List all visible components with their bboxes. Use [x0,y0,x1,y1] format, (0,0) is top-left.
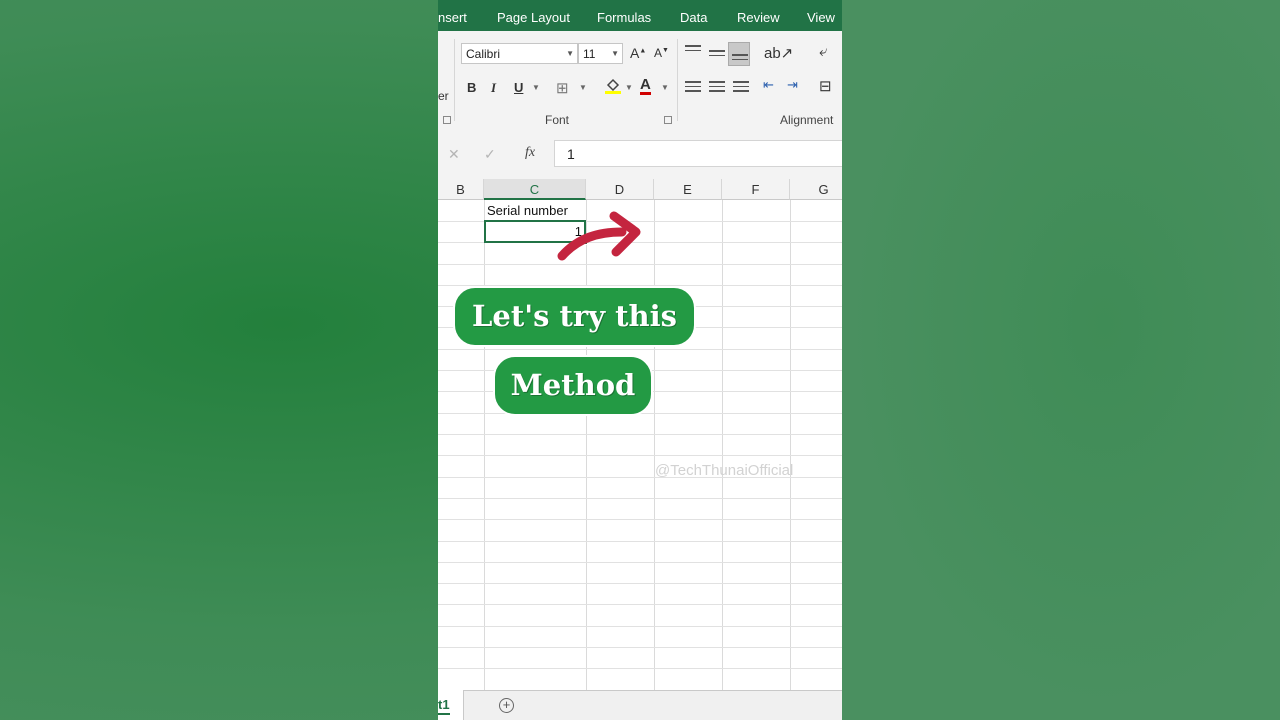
tab-page-layout[interactable]: Page Layout [497,10,570,25]
merge-center-icon[interactable]: ⊟ [819,77,832,95]
sheet-tab-bar: t1 + [438,690,842,720]
align-bottom-icon [732,51,748,63]
enter-icon[interactable]: ✓ [484,146,496,163]
insert-function-icon[interactable]: fx [525,145,535,161]
add-sheet-icon[interactable]: + [499,698,514,713]
font-name-value: Calibri [466,47,501,61]
align-bottom-button[interactable] [728,42,750,66]
group-separator [454,39,455,121]
underline-button[interactable]: U [514,80,523,95]
column-header-g[interactable]: G [790,179,842,200]
clipboard-launcher-icon[interactable] [443,116,451,124]
grid-line [484,200,485,690]
background-right [842,0,1280,720]
decrease-indent-icon[interactable]: ⇤ [763,77,774,93]
grid-line [722,200,723,690]
tab-review[interactable]: Review [737,10,780,25]
increase-indent-icon[interactable]: ⇥ [787,77,798,93]
overlay-pill-line2: Method [493,355,653,416]
align-top-icon[interactable] [685,42,701,54]
sheet-tab-label: t1 [438,697,450,715]
clipped-group-text: er [438,89,449,103]
row-line [438,264,842,265]
grow-font-button[interactable]: A▲ [630,45,646,61]
tab-formulas[interactable]: Formulas [597,10,651,25]
row-line [438,434,842,435]
row-line [438,604,842,605]
wrap-text-icon[interactable]: ⤶ [819,43,827,60]
row-line [438,498,842,499]
grid-line [790,200,791,690]
alignment-group-label: Alignment [780,113,834,127]
group-separator [677,39,678,121]
row-line [438,541,842,542]
cancel-icon[interactable]: ✕ [448,146,460,163]
column-header-d[interactable]: D [586,179,654,200]
bold-button[interactable]: B [467,80,476,95]
chevron-down-icon: ▼ [611,49,619,58]
column-header-b[interactable]: B [438,179,484,200]
chevron-down-icon[interactable]: ▼ [661,83,669,92]
overlay-text-line2: Method [510,368,636,402]
tab-view[interactable]: View [807,10,835,25]
formula-value: 1 [567,146,575,162]
formula-input[interactable]: 1 [554,140,842,167]
italic-button[interactable]: I [491,80,496,96]
grid-line [654,200,655,690]
column-header-c[interactable]: C [484,179,586,200]
align-middle-icon[interactable] [709,47,725,59]
red-arrow-icon [557,211,641,261]
row-line [438,562,842,563]
align-center-icon[interactable] [709,78,725,95]
orientation-icon[interactable]: ab↗ [764,44,793,62]
chevron-down-icon[interactable]: ▼ [532,83,540,92]
align-left-icon[interactable] [685,78,701,95]
row-line [438,519,842,520]
cell-grid[interactable] [438,200,842,691]
ribbon-tab-bar: nsert Page Layout Formulas Data Review V… [438,0,842,31]
overlay-pill-line1: Let's try this [453,286,696,347]
font-name-dropdown[interactable]: Calibri ▼ [461,43,578,64]
row-line [438,349,842,350]
shrink-font-button[interactable]: A▼ [654,46,669,60]
tab-insert[interactable]: nsert [438,10,467,25]
chevron-down-icon: ▼ [566,49,574,58]
font-group-label: Font [545,113,570,127]
formula-bar: ✕ ✓ fx 1 [438,129,842,179]
grid-line [586,200,587,690]
font-size-dropdown[interactable]: 11 ▼ [578,43,623,64]
ribbon: er Calibri ▼ 11 ▼ A▲ A▼ B I U ▼ ⊞ ▼ ▼ A … [438,31,842,130]
row-line [438,626,842,627]
font-launcher-icon[interactable] [664,116,672,124]
tab-data[interactable]: Data [680,10,707,25]
align-right-icon[interactable] [733,78,749,95]
watermark: @TechThunaiOfficial [655,462,794,479]
row-line [438,668,842,669]
fill-color-icon[interactable] [604,77,622,98]
chevron-down-icon[interactable]: ▼ [579,83,587,92]
excel-window: nsert Page Layout Formulas Data Review V… [438,0,842,720]
row-line [438,455,842,456]
chevron-down-icon[interactable]: ▼ [625,83,633,92]
borders-icon[interactable]: ⊞ [556,79,569,97]
column-header-f[interactable]: F [722,179,790,200]
sheet-tab-sheet1[interactable]: t1 [438,690,464,720]
font-size-value: 11 [583,47,596,61]
row-line [438,647,842,648]
row-line [438,583,842,584]
font-color-icon[interactable]: A [640,77,651,95]
overlay-text-line1: Let's try this [472,299,677,333]
column-header-e[interactable]: E [654,179,722,200]
